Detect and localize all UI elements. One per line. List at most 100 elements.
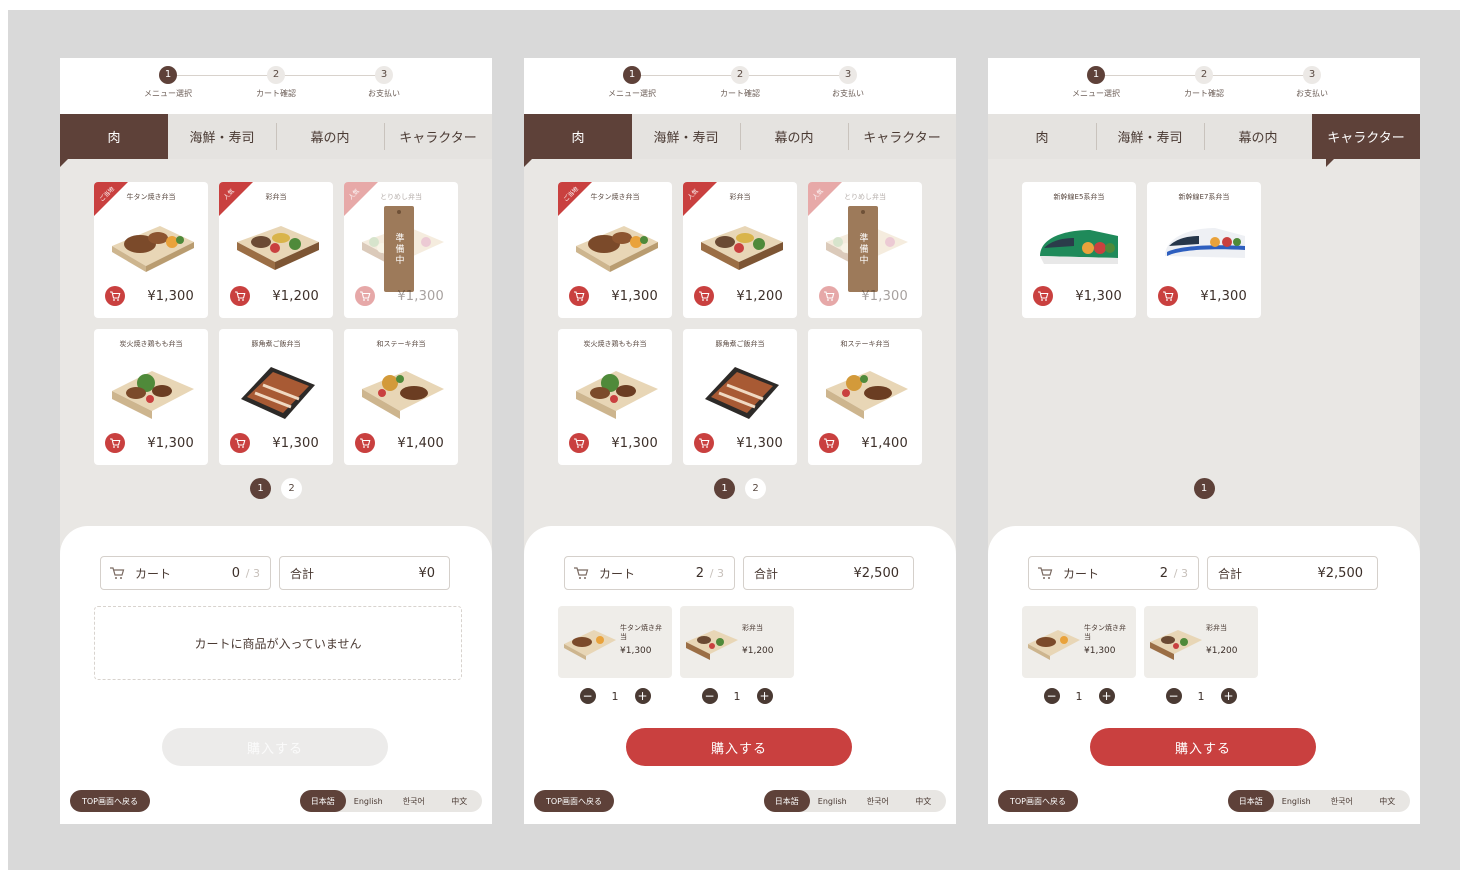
step-cart-confirm: 2 カート確認 [236,66,316,99]
food-image [826,371,908,419]
lang-korean[interactable]: 한국어 [1319,790,1365,812]
product-price: ¥1,300 [397,289,444,304]
purchase-button[interactable]: 購入する [626,728,852,766]
step-payment: 3 お支払い [1272,66,1352,99]
add-to-cart-button[interactable] [694,433,714,453]
food-image [237,226,319,270]
product-card[interactable]: ご当地 牛タン焼き弁当 ¥1,300 [94,182,208,318]
add-to-cart-button[interactable] [105,433,125,453]
increase-button[interactable]: + [1098,688,1115,704]
lang-chinese[interactable]: 中文 [1365,790,1411,812]
food-image [362,371,444,419]
tab-seafood-sushi[interactable]: 海鮮・寿司 [1096,114,1204,159]
page-1-button[interactable]: 1 [714,478,735,499]
add-to-cart-button[interactable] [355,433,375,453]
tab-seafood-sushi[interactable]: 海鮮・寿司 [632,114,740,159]
cart-icon [824,438,835,448]
increase-button[interactable]: + [1220,688,1237,704]
add-to-cart-button[interactable] [230,286,250,306]
decrease-button[interactable]: − [701,688,718,704]
add-to-cart-button[interactable] [694,286,714,306]
total-label: 合計 [1218,566,1243,581]
add-to-cart-button[interactable] [1158,286,1178,306]
product-card[interactable]: 人気 彩弁当 ¥1,200 [683,182,797,318]
product-card[interactable]: 人気 彩弁当 ¥1,200 [219,182,333,318]
lang-japanese[interactable]: 日本語 [300,790,346,812]
add-to-cart-button[interactable] [1033,286,1053,306]
purchase-button[interactable]: 購入する [1090,728,1316,766]
product-name: 彩弁当 [729,193,751,201]
product-price: ¥1,300 [272,436,319,451]
pagination: 1 2 [524,478,956,499]
lang-english[interactable]: English [810,790,856,812]
total-label: 合計 [754,566,779,581]
product-card[interactable]: 和ステーキ弁当 ¥1,400 [344,329,458,465]
tab-character[interactable]: キャラクター [384,114,492,159]
product-name: 豚角煮ご飯弁当 [715,340,765,348]
cart-item: 牛タン焼き弁当 ¥1,300 [1022,606,1136,678]
decrease-button[interactable]: − [1043,688,1060,704]
product-card[interactable]: 炭火焼き鶏もも弁当 ¥1,300 [94,329,208,465]
decrease-button[interactable]: − [1165,688,1182,704]
step-menu-select: 1 メニュー選択 [128,66,208,99]
tab-makunouchi[interactable]: 幕の内 [740,114,848,159]
lang-chinese[interactable]: 中文 [437,790,483,812]
decrease-button[interactable]: − [579,688,596,704]
cart-icon [235,438,246,448]
tab-character[interactable]: キャラクター [1312,114,1420,167]
tab-seafood-sushi[interactable]: 海鮮・寿司 [168,114,276,159]
add-to-cart-button [355,286,375,306]
lang-chinese[interactable]: 中文 [901,790,947,812]
product-price: ¥1,400 [861,436,908,451]
product-name: 豚角煮ご飯弁当 [251,340,301,348]
increase-button[interactable]: + [756,688,773,704]
step-indicator: 1 メニュー選択 2 カート確認 3 お支払い [988,58,1420,114]
cart-item-price: ¥1,300 [1084,646,1116,656]
pagination: 1 [988,478,1420,499]
lang-korean[interactable]: 한국어 [855,790,901,812]
product-card[interactable]: 和ステーキ弁当 ¥1,400 [808,329,922,465]
cart-icon [1038,567,1053,579]
cart-icon [574,291,585,301]
tab-meat[interactable]: 肉 [60,114,168,167]
add-to-cart-button[interactable] [569,286,589,306]
add-to-cart-button[interactable] [569,433,589,453]
quantity-stepper: − 1 + [558,688,672,704]
back-to-top-button[interactable]: TOP画面へ戻る [534,790,614,812]
back-to-top-button[interactable]: TOP画面へ戻る [70,790,150,812]
product-price: ¥1,400 [397,436,444,451]
add-to-cart-button[interactable] [819,433,839,453]
lang-korean[interactable]: 한국어 [391,790,437,812]
lang-japanese[interactable]: 日本語 [764,790,810,812]
tab-makunouchi[interactable]: 幕の内 [276,114,384,159]
tab-meat[interactable]: 肉 [988,114,1096,159]
product-card[interactable]: 新幹線E5系弁当 ¥1,300 [1022,182,1136,318]
product-card[interactable]: 新幹線E7系弁当 ¥1,300 [1147,182,1261,318]
food-image [576,371,658,419]
tab-makunouchi[interactable]: 幕の内 [1204,114,1312,159]
lang-english[interactable]: English [1274,790,1320,812]
product-card-unavailable: 人気 とりめし弁当 準備中 ¥1,300 [808,182,922,318]
product-price: ¥1,200 [736,289,783,304]
page-2-button[interactable]: 2 [281,478,302,499]
category-tabs: 肉 海鮮・寿司 幕の内 キャラクター [60,114,492,167]
lang-japanese[interactable]: 日本語 [1228,790,1274,812]
back-to-top-button[interactable]: TOP画面へ戻る [998,790,1078,812]
cart-count: 0 [231,565,240,581]
lang-english[interactable]: English [346,790,392,812]
page-2-button[interactable]: 2 [745,478,766,499]
increase-button[interactable]: + [634,688,651,704]
product-card[interactable]: 豚角煮ご飯弁当 ¥1,300 [219,329,333,465]
page-1-button[interactable]: 1 [250,478,271,499]
kiosk-screen-cart-filled: 1 メニュー選択 2 カート確認 3 お支払い 肉 海鮮・寿司 幕の内 キャラクター … [524,58,956,824]
page-1-button[interactable]: 1 [1193,478,1215,499]
tab-character[interactable]: キャラクター [848,114,956,159]
product-card[interactable]: ご当地 牛タン焼き弁当 ¥1,300 [558,182,672,318]
tab-meat[interactable]: 肉 [524,114,632,167]
product-price: ¥1,300 [147,289,194,304]
add-to-cart-button[interactable] [230,433,250,453]
product-name: 牛タン焼き弁当 [126,193,176,201]
product-card[interactable]: 豚角煮ご飯弁当 ¥1,300 [683,329,797,465]
product-card[interactable]: 炭火焼き鶏もも弁当 ¥1,300 [558,329,672,465]
add-to-cart-button[interactable] [105,286,125,306]
